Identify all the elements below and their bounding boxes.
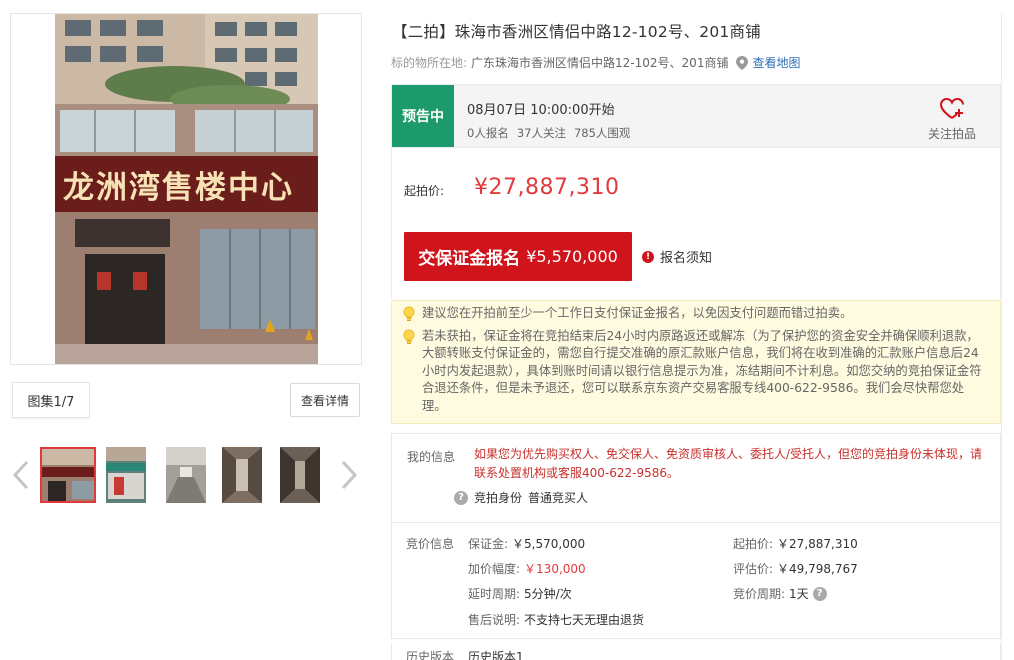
my-info-label: 我的信息 <box>407 450 456 464</box>
auction-stats: 0人报名 37人关注 785人围观 <box>467 125 630 141</box>
thumbnail-5[interactable] <box>280 447 336 503</box>
location-text: 广东珠海市香洲区情侣中路12-102号、201商铺 <box>471 56 729 70</box>
price-panel: 起拍价: ¥27,887,310 交保证金报名 ¥5,570,000 ! 报名须… <box>391 148 1001 298</box>
view-details-button[interactable]: 查看详情 <box>290 383 360 417</box>
increment-value: ￥130,000 <box>524 562 586 576</box>
aftersale-key: 售后说明: <box>468 613 521 627</box>
lot-location: 标的物所在地: 广东珠海市香洲区情侣中路12-102号、201商铺 查看地图 <box>391 54 800 71</box>
thumbnail-1[interactable] <box>40 447 96 503</box>
heart-plus-icon <box>939 97 964 119</box>
delay-value: 5分钟/次 <box>524 587 572 601</box>
tip-text: 建议您在开拍前至少一个工作日支付保证金报名，以免因支付问题而错过拍卖。 <box>422 306 853 320</box>
delay-key: 延时周期: <box>468 587 521 601</box>
start-price-label: 起拍价: <box>404 184 445 198</box>
bid-identity: ? 竞拍身份 普通竞买人 <box>454 489 588 506</box>
chevron-right-icon <box>341 460 357 490</box>
notice-label: 报名须知 <box>660 251 713 266</box>
lightbulb-icon <box>403 306 415 321</box>
deposit-button-amount: ¥5,570,000 <box>526 247 618 266</box>
tip-text: 若未获拍，保证金将在竞拍结束后24小时内原路返还或解冻（为了保护您的资金安全并确… <box>422 328 982 413</box>
follow-lot-button[interactable]: 关注拍品 <box>926 97 978 142</box>
alert-icon: ! <box>642 250 654 263</box>
increment-row: 加价幅度: ￥130,000 <box>468 560 586 577</box>
location-label: 标的物所在地: <box>391 56 468 70</box>
right-column-edge <box>1001 13 1014 660</box>
cycle-key: 竞价周期: <box>733 587 786 601</box>
deposit-row: 保证金: ￥5,570,000 <box>468 535 585 552</box>
signup-notice-link[interactable]: ! 报名须知 <box>642 247 712 266</box>
deposit-button-label: 交保证金报名 <box>418 249 521 269</box>
identity-warning: 如果您为优先购买权人、免交保人、免资质审核人、委托人/受托人，但您的竞拍身份未体… <box>474 447 983 480</box>
history-label: 历史版本 <box>406 650 455 660</box>
lightbulb-icon <box>403 329 415 344</box>
signup-count: 0人报名 <box>467 126 509 140</box>
cycle-value: 1天 <box>789 587 809 601</box>
thumbnail-next-button[interactable] <box>338 458 360 492</box>
status-badge: 预告中 <box>392 85 454 147</box>
start-price-value: ￥27,887,310 <box>777 537 858 551</box>
start-price: ¥27,887,310 <box>474 175 620 200</box>
follow-label: 关注拍品 <box>927 127 976 141</box>
cycle-row: 竞价周期: 1天 ? <box>733 585 827 602</box>
aftersale-value: 不支持七天无理由退货 <box>524 613 645 627</box>
pay-deposit-button[interactable]: 交保证金报名 ¥5,570,000 <box>404 232 632 281</box>
identity-label: 竞拍身份 <box>474 491 523 505</box>
deposit-key: 保证金: <box>468 537 509 551</box>
identity-value: 普通竞买人 <box>528 491 589 505</box>
delay-row: 延时周期: 5分钟/次 <box>468 585 572 602</box>
appraisal-key: 评估价: <box>733 562 774 576</box>
tip-item: 若未获拍，保证金将在竞拍结束后24小时内原路返还或解冻（为了保护您的资金安全并确… <box>402 328 988 416</box>
thumbnail-prev-button[interactable] <box>10 458 32 492</box>
bid-info-panel: 竞价信息 保证金: ￥5,570,000 起拍价: ￥27,887,310 加价… <box>391 523 1001 639</box>
bid-info-label: 竞价信息 <box>406 537 455 551</box>
thumbnail-3[interactable] <box>166 447 222 503</box>
thumbnail-2[interactable] <box>106 447 162 503</box>
auction-status-panel: 预告中 08月07日 10:00:00开始 0人报名 37人关注 785人围观 … <box>391 84 1001 148</box>
viewer-count: 785人围观 <box>573 126 631 140</box>
appraisal-value: ￥49,798,767 <box>777 562 858 576</box>
gallery-count: 图集1/7 <box>12 382 90 418</box>
increment-key: 加价幅度: <box>468 562 521 576</box>
photo-sign-text: 龙洲湾售楼中心 <box>63 170 294 206</box>
lot-title: 【二拍】珠海市香洲区情侣中路12-102号、201商铺 <box>392 23 761 41</box>
tips-panel: 建议您在开拍前至少一个工作日支付保证金报名，以免因支付问题而错过拍卖。 若未获拍… <box>391 300 1001 424</box>
start-price-row: 起拍价: ￥27,887,310 <box>733 535 858 552</box>
follow-count: 37人关注 <box>516 126 566 140</box>
appraisal-row: 评估价: ￥49,798,767 <box>733 560 858 577</box>
start-price-key: 起拍价: <box>733 537 774 551</box>
property-photo: 龙洲湾售楼中心 <box>55 14 318 364</box>
help-icon[interactable]: ? <box>454 490 468 505</box>
view-map-link[interactable]: 查看地图 <box>752 54 800 71</box>
history-value[interactable]: 历史版本1 <box>468 648 524 660</box>
start-time: 08月07日 10:00:00开始 <box>467 103 615 118</box>
deposit-value: ￥5,570,000 <box>512 537 586 551</box>
history-version-row: 历史版本 历史版本1 <box>391 644 1001 660</box>
chevron-left-icon <box>13 460 29 490</box>
map-pin-icon <box>736 55 749 70</box>
thumbnail-4[interactable] <box>222 447 278 503</box>
aftersale-row: 售后说明: 不支持七天无理由退货 <box>468 611 644 628</box>
main-photo[interactable]: 龙洲湾售楼中心 <box>10 13 362 365</box>
help-icon[interactable]: ? <box>812 586 827 601</box>
tip-item: 建议您在开拍前至少一个工作日支付保证金报名，以免因支付问题而错过拍卖。 <box>402 305 988 323</box>
my-info-panel: 我的信息 如果您为优先购买权人、免交保人、免资质审核人、委托人/受托人，但您的竞… <box>391 433 1001 523</box>
